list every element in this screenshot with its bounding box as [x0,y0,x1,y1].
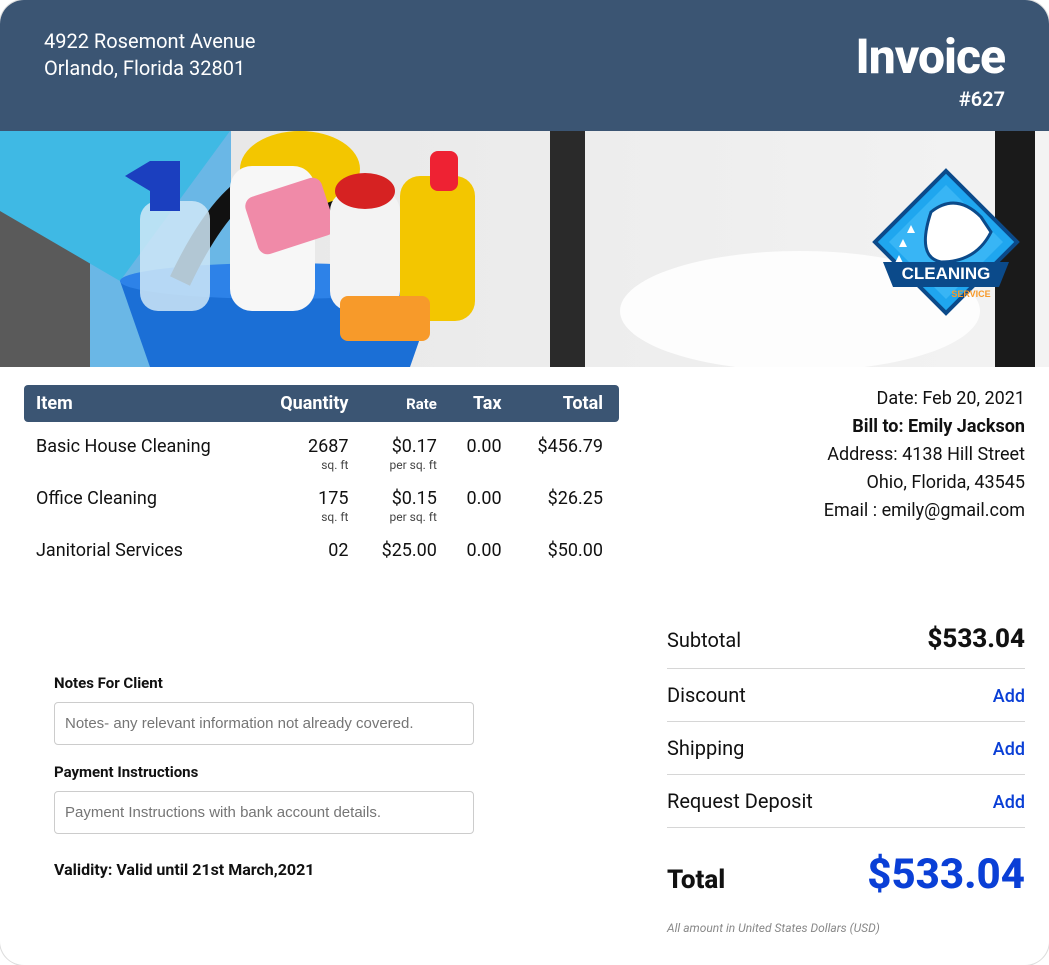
cell-qty: 175sq. ft [255,474,359,526]
total-row: Total $533.04 [667,828,1025,913]
validity-text: Validity: Valid until 21st March,2021 [54,860,589,879]
address-line-1: 4922 Rosemont Avenue [44,28,255,55]
payment-instructions-input[interactable] [54,791,474,834]
total-label: Total [667,865,725,895]
right-column: Date: Feb 20, 2021 Bill to: Emily Jackso… [667,385,1025,935]
bill-to-block: Date: Feb 20, 2021 Bill to: Emily Jackso… [667,385,1025,524]
discount-label: Discount [667,683,746,707]
table-row: Office Cleaning 175sq. ft $0.15per sq. f… [24,474,619,526]
deposit-label: Request Deposit [667,789,813,813]
logo-text-main: CLEANING [902,264,991,283]
invoice-container: 4922 Rosemont Avenue Orlando, Florida 32… [0,0,1049,965]
cell-tax: 0.00 [447,422,512,474]
invoice-header: 4922 Rosemont Avenue Orlando, Florida 32… [0,0,1049,131]
bill-to-name: Bill to: Emily Jackson [667,413,1025,441]
client-notes-section: Notes For Client Payment Instructions Va… [24,674,619,879]
invoice-title: Invoice [856,28,1006,85]
shipping-label: Shipping [667,736,744,760]
cell-qty: 2687sq. ft [255,422,359,474]
notes-input[interactable] [54,702,474,745]
cell-item: Office Cleaning [24,474,255,526]
invoice-date: Date: Feb 20, 2021 [667,385,1025,413]
cell-tax: 0.00 [447,526,512,564]
col-item: Item [24,385,255,422]
subtotal-row: Subtotal $533.04 [667,610,1025,669]
add-shipping-link[interactable]: Add [993,739,1025,760]
cell-tax: 0.00 [447,474,512,526]
col-rate: Rate [358,385,446,422]
add-discount-link[interactable]: Add [993,686,1025,707]
col-quantity: Quantity [255,385,359,422]
line-items-table: Item Quantity Rate Tax Total Basic House… [24,385,619,564]
deposit-row: Request Deposit Add [667,775,1025,828]
total-value: $533.04 [867,850,1025,899]
cleaning-supplies-illustration [0,131,600,367]
cell-total: $50.00 [512,526,619,564]
bill-to-address-1: Address: 4138 Hill Street [667,441,1025,469]
cell-total: $456.79 [512,422,619,474]
notes-heading: Notes For Client [54,674,589,692]
invoice-body: Item Quantity Rate Tax Total Basic House… [0,367,1049,965]
cell-item: Basic House Cleaning [24,422,255,474]
add-deposit-link[interactable]: Add [993,792,1025,813]
cell-item: Janitorial Services [24,526,255,564]
table-header-row: Item Quantity Rate Tax Total [24,385,619,422]
summary-block: Subtotal $533.04 Discount Add Shipping A… [667,610,1025,935]
sender-address: 4922 Rosemont Avenue Orlando, Florida 32… [44,28,255,111]
cleaning-service-logo: CLEANING SERVICE [871,167,1021,317]
invoice-number: #627 [856,87,1006,111]
cell-rate: $0.17per sq. ft [358,422,446,474]
discount-row: Discount Add [667,669,1025,722]
payment-instructions-heading: Payment Instructions [54,763,589,781]
cell-qty: 02 [255,526,359,564]
logo-text-sub: SERVICE [951,289,990,299]
bill-to-email: Email : emily@gmail.com [667,497,1025,525]
cell-rate: $25.00 [358,526,446,564]
left-column: Item Quantity Rate Tax Total Basic House… [24,385,619,935]
bill-to-address-2: Ohio, Florida, 43545 [667,469,1025,497]
address-line-2: Orlando, Florida 32801 [44,55,255,82]
subtotal-value: $533.04 [927,624,1025,654]
table-row: Basic House Cleaning 2687sq. ft $0.17per… [24,422,619,474]
cell-total: $26.25 [512,474,619,526]
invoice-title-block: Invoice #627 [856,28,1006,111]
table-row: Janitorial Services 02 $25.00 0.00 $50.0… [24,526,619,564]
hero-image: CLEANING SERVICE [0,131,1049,367]
cell-rate: $0.15per sq. ft [358,474,446,526]
col-tax: Tax [447,385,512,422]
shipping-row: Shipping Add [667,722,1025,775]
col-total: Total [512,385,619,422]
subtotal-label: Subtotal [667,628,741,652]
